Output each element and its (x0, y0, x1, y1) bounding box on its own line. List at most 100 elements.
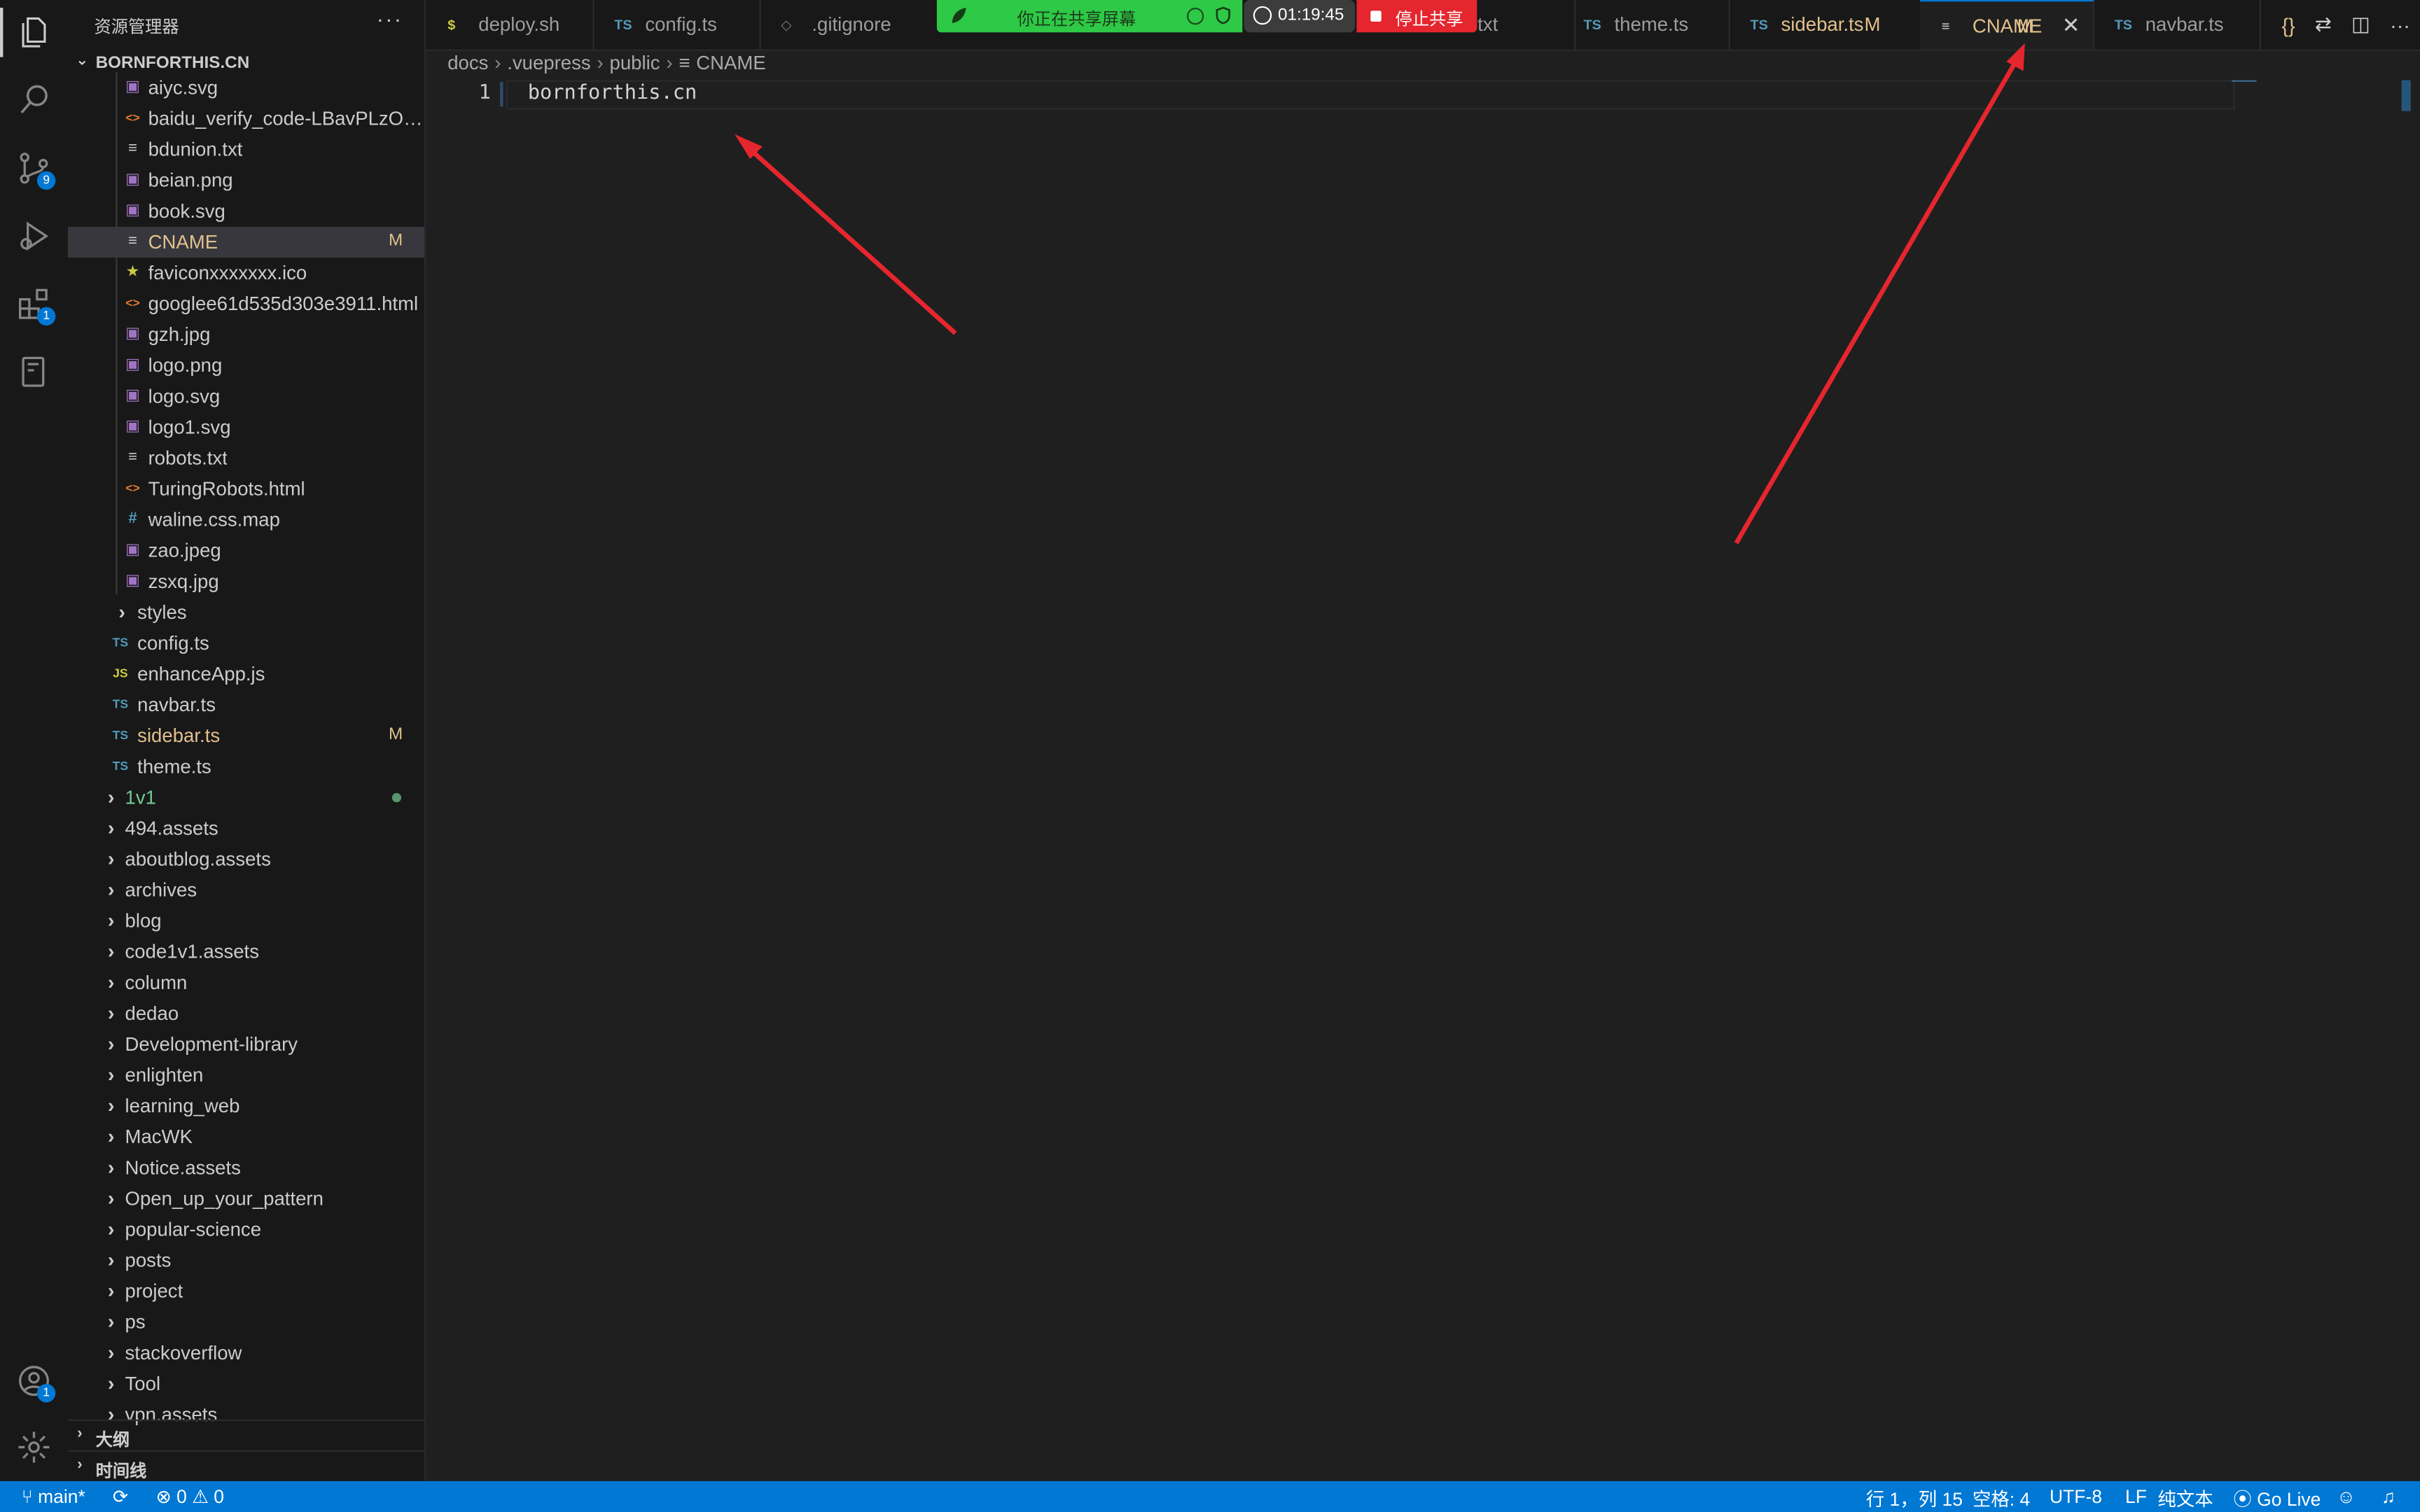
code-line[interactable]: bornforthis.cn (528, 82, 697, 105)
folder-item[interactable]: › styles (68, 597, 424, 628)
folder-item[interactable]: › Development-library (68, 1029, 424, 1060)
split-editor-icon[interactable]: ◫ (2351, 13, 2370, 37)
file-item[interactable]: ▣ zao.jpeg (68, 536, 424, 566)
file-item[interactable]: <> googlee61d535d303e3911.html (68, 288, 424, 319)
file-item[interactable]: ▣ aiyc.svg (68, 73, 424, 104)
feedback-icon[interactable]: ☺ (2337, 1486, 2356, 1508)
file-item[interactable]: ▣ logo.png (68, 350, 424, 381)
folder-item[interactable]: › column (68, 967, 424, 998)
folder-item[interactable]: › MacWK (68, 1121, 424, 1152)
extensions-icon[interactable]: 1 (9, 279, 59, 329)
folder-item[interactable]: › ps (68, 1307, 424, 1338)
folder-item[interactable]: › 1v1 (68, 782, 424, 813)
source-control-icon[interactable]: 9 (9, 144, 59, 193)
file-item[interactable]: ≡ robots.txt (68, 443, 424, 474)
file-item[interactable]: ≡ bdunion.txt (68, 134, 424, 165)
line-ending[interactable]: LF (2125, 1486, 2147, 1508)
branch-indicator[interactable]: ⑂ main* (22, 1486, 85, 1508)
chevron-right-icon: › (107, 816, 115, 840)
go-live-button[interactable]: ⦿ Go Live (2233, 1486, 2321, 1512)
sync-icon[interactable]: ⟳ (113, 1486, 128, 1508)
file-item[interactable]: TS config.ts (68, 628, 424, 659)
tab-config-ts[interactable]: TS config.ts (592, 0, 761, 50)
tab-deploy-sh[interactable]: $ deploy.sh (426, 0, 594, 50)
tab-cname[interactable]: ≡ CNAME M ✕ (1919, 0, 2094, 50)
code-file-icon: <> (125, 481, 140, 496)
file-item[interactable]: ≡ CNAME M (67, 227, 425, 258)
file-item[interactable]: <> baidu_verify_code-LBavPLzOe... (68, 104, 424, 134)
typescript-icon: TS (112, 636, 129, 650)
outline-section[interactable]: › 大纲 (67, 1419, 425, 1452)
file-item[interactable]: ▣ zsxq.jpg (68, 566, 424, 597)
encoding[interactable]: UTF-8 (2050, 1486, 2102, 1508)
file-item[interactable]: ▣ logo.svg (68, 381, 424, 412)
compare-changes-icon[interactable]: ⇄ (2315, 13, 2332, 37)
cursor-position[interactable]: 行 1，列 15 (1866, 1486, 1963, 1512)
file-item[interactable]: <> TuringRobots.html (68, 474, 424, 505)
braces-icon[interactable]: {} (2281, 13, 2295, 36)
file-item[interactable]: # waline.css.map (68, 505, 424, 536)
file-name: Development-library (125, 1033, 298, 1056)
notifications-bell-icon[interactable]: ♫ (2381, 1486, 2395, 1508)
file-name: 1v1 (125, 787, 156, 808)
folder-item[interactable]: › dedao (68, 998, 424, 1029)
folder-item[interactable]: › Notice.assets (68, 1152, 424, 1183)
file-item[interactable]: TS sidebar.ts M (68, 720, 424, 751)
file-item[interactable]: ▣ gzh.jpg (68, 319, 424, 350)
folder-item[interactable]: › aboutblog.assets (68, 844, 424, 875)
file-name: popular-science (125, 1219, 262, 1241)
file-item[interactable]: ▣ book.svg (68, 196, 424, 227)
explorer-icon[interactable] (0, 8, 59, 57)
folder-item[interactable]: › learning_web (68, 1091, 424, 1121)
chevron-right-icon: › (107, 785, 115, 808)
file-item[interactable]: ▣ beian.png (68, 165, 424, 196)
settings-gear-icon[interactable] (9, 1422, 59, 1472)
code-editor[interactable]: 1 bornforthis.cn (426, 80, 2420, 1481)
shield-icon[interactable] (1215, 6, 1232, 24)
timeline-section[interactable]: › 时间线 (67, 1450, 425, 1481)
warning-count: 0 (214, 1485, 225, 1508)
tab-theme-ts[interactable]: TS theme.ts (1562, 0, 1730, 50)
folder-item[interactable]: › blog (68, 906, 424, 937)
file-item[interactable]: ▣ logo1.svg (68, 412, 424, 442)
folder-item[interactable]: › Tool (68, 1368, 424, 1399)
editor-actions: {} ⇄ ◫ ··· (2272, 0, 2420, 50)
accounts-icon[interactable]: 1 (9, 1356, 59, 1406)
tab-file-icon: TS (1750, 17, 1768, 33)
record-icon[interactable] (1186, 8, 1204, 25)
tab-navbar-ts[interactable]: TS navbar.ts (2093, 0, 2262, 50)
tab--gitignore[interactable]: ◇ .gitignore (759, 0, 931, 50)
indentation[interactable]: 空格: 4 (1973, 1486, 2030, 1512)
breadcrumb-file[interactable]: CNAME (696, 52, 766, 74)
tab-file-icon: TS (1583, 17, 1601, 33)
folder-item[interactable]: › archives (68, 875, 424, 906)
folder-item[interactable]: › project (68, 1276, 424, 1307)
run-debug-icon[interactable] (9, 211, 59, 261)
file-name: logo1.svg (148, 416, 231, 438)
breadcrumb-public[interactable]: public (610, 52, 660, 74)
folder-item[interactable]: › Open_up_your_pattern (68, 1184, 424, 1214)
folder-item[interactable]: › 494.assets (68, 813, 424, 844)
stop-share-button[interactable]: 停止共享 (1356, 0, 1477, 33)
more-icon[interactable]: ··· (2390, 13, 2410, 36)
close-icon[interactable]: ✕ (2062, 13, 2080, 38)
file-name: column (125, 972, 188, 994)
folder-item[interactable]: › stackoverflow (68, 1338, 424, 1368)
folder-item[interactable]: › popular-science (68, 1214, 424, 1245)
tab-sidebar-ts[interactable]: TS sidebar.ts M (1729, 0, 1922, 50)
search-icon[interactable] (9, 76, 59, 125)
language-mode[interactable]: 纯文本 (2157, 1486, 2213, 1512)
more-actions-icon[interactable]: ··· (377, 6, 403, 31)
folder-item[interactable]: › enlighten (68, 1060, 424, 1091)
remote-explorer-icon[interactable] (9, 347, 59, 397)
file-item[interactable]: TS navbar.ts (68, 690, 424, 720)
folder-item[interactable]: › code1v1.assets (68, 937, 424, 967)
breadcrumb-docs[interactable]: docs (447, 52, 488, 74)
file-item[interactable]: TS theme.ts (68, 751, 424, 782)
file-item[interactable]: JS enhanceApp.js (68, 659, 424, 690)
file-item[interactable]: ★ faviconxxxxxxx.ico (68, 258, 424, 288)
problems-indicator[interactable]: ⊗ 0 ⚠ 0 (156, 1486, 224, 1508)
folder-item[interactable]: › posts (68, 1245, 424, 1276)
scrollbar-thumb[interactable] (2401, 80, 2411, 111)
breadcrumb-vuepress[interactable]: .vuepress (507, 52, 590, 74)
